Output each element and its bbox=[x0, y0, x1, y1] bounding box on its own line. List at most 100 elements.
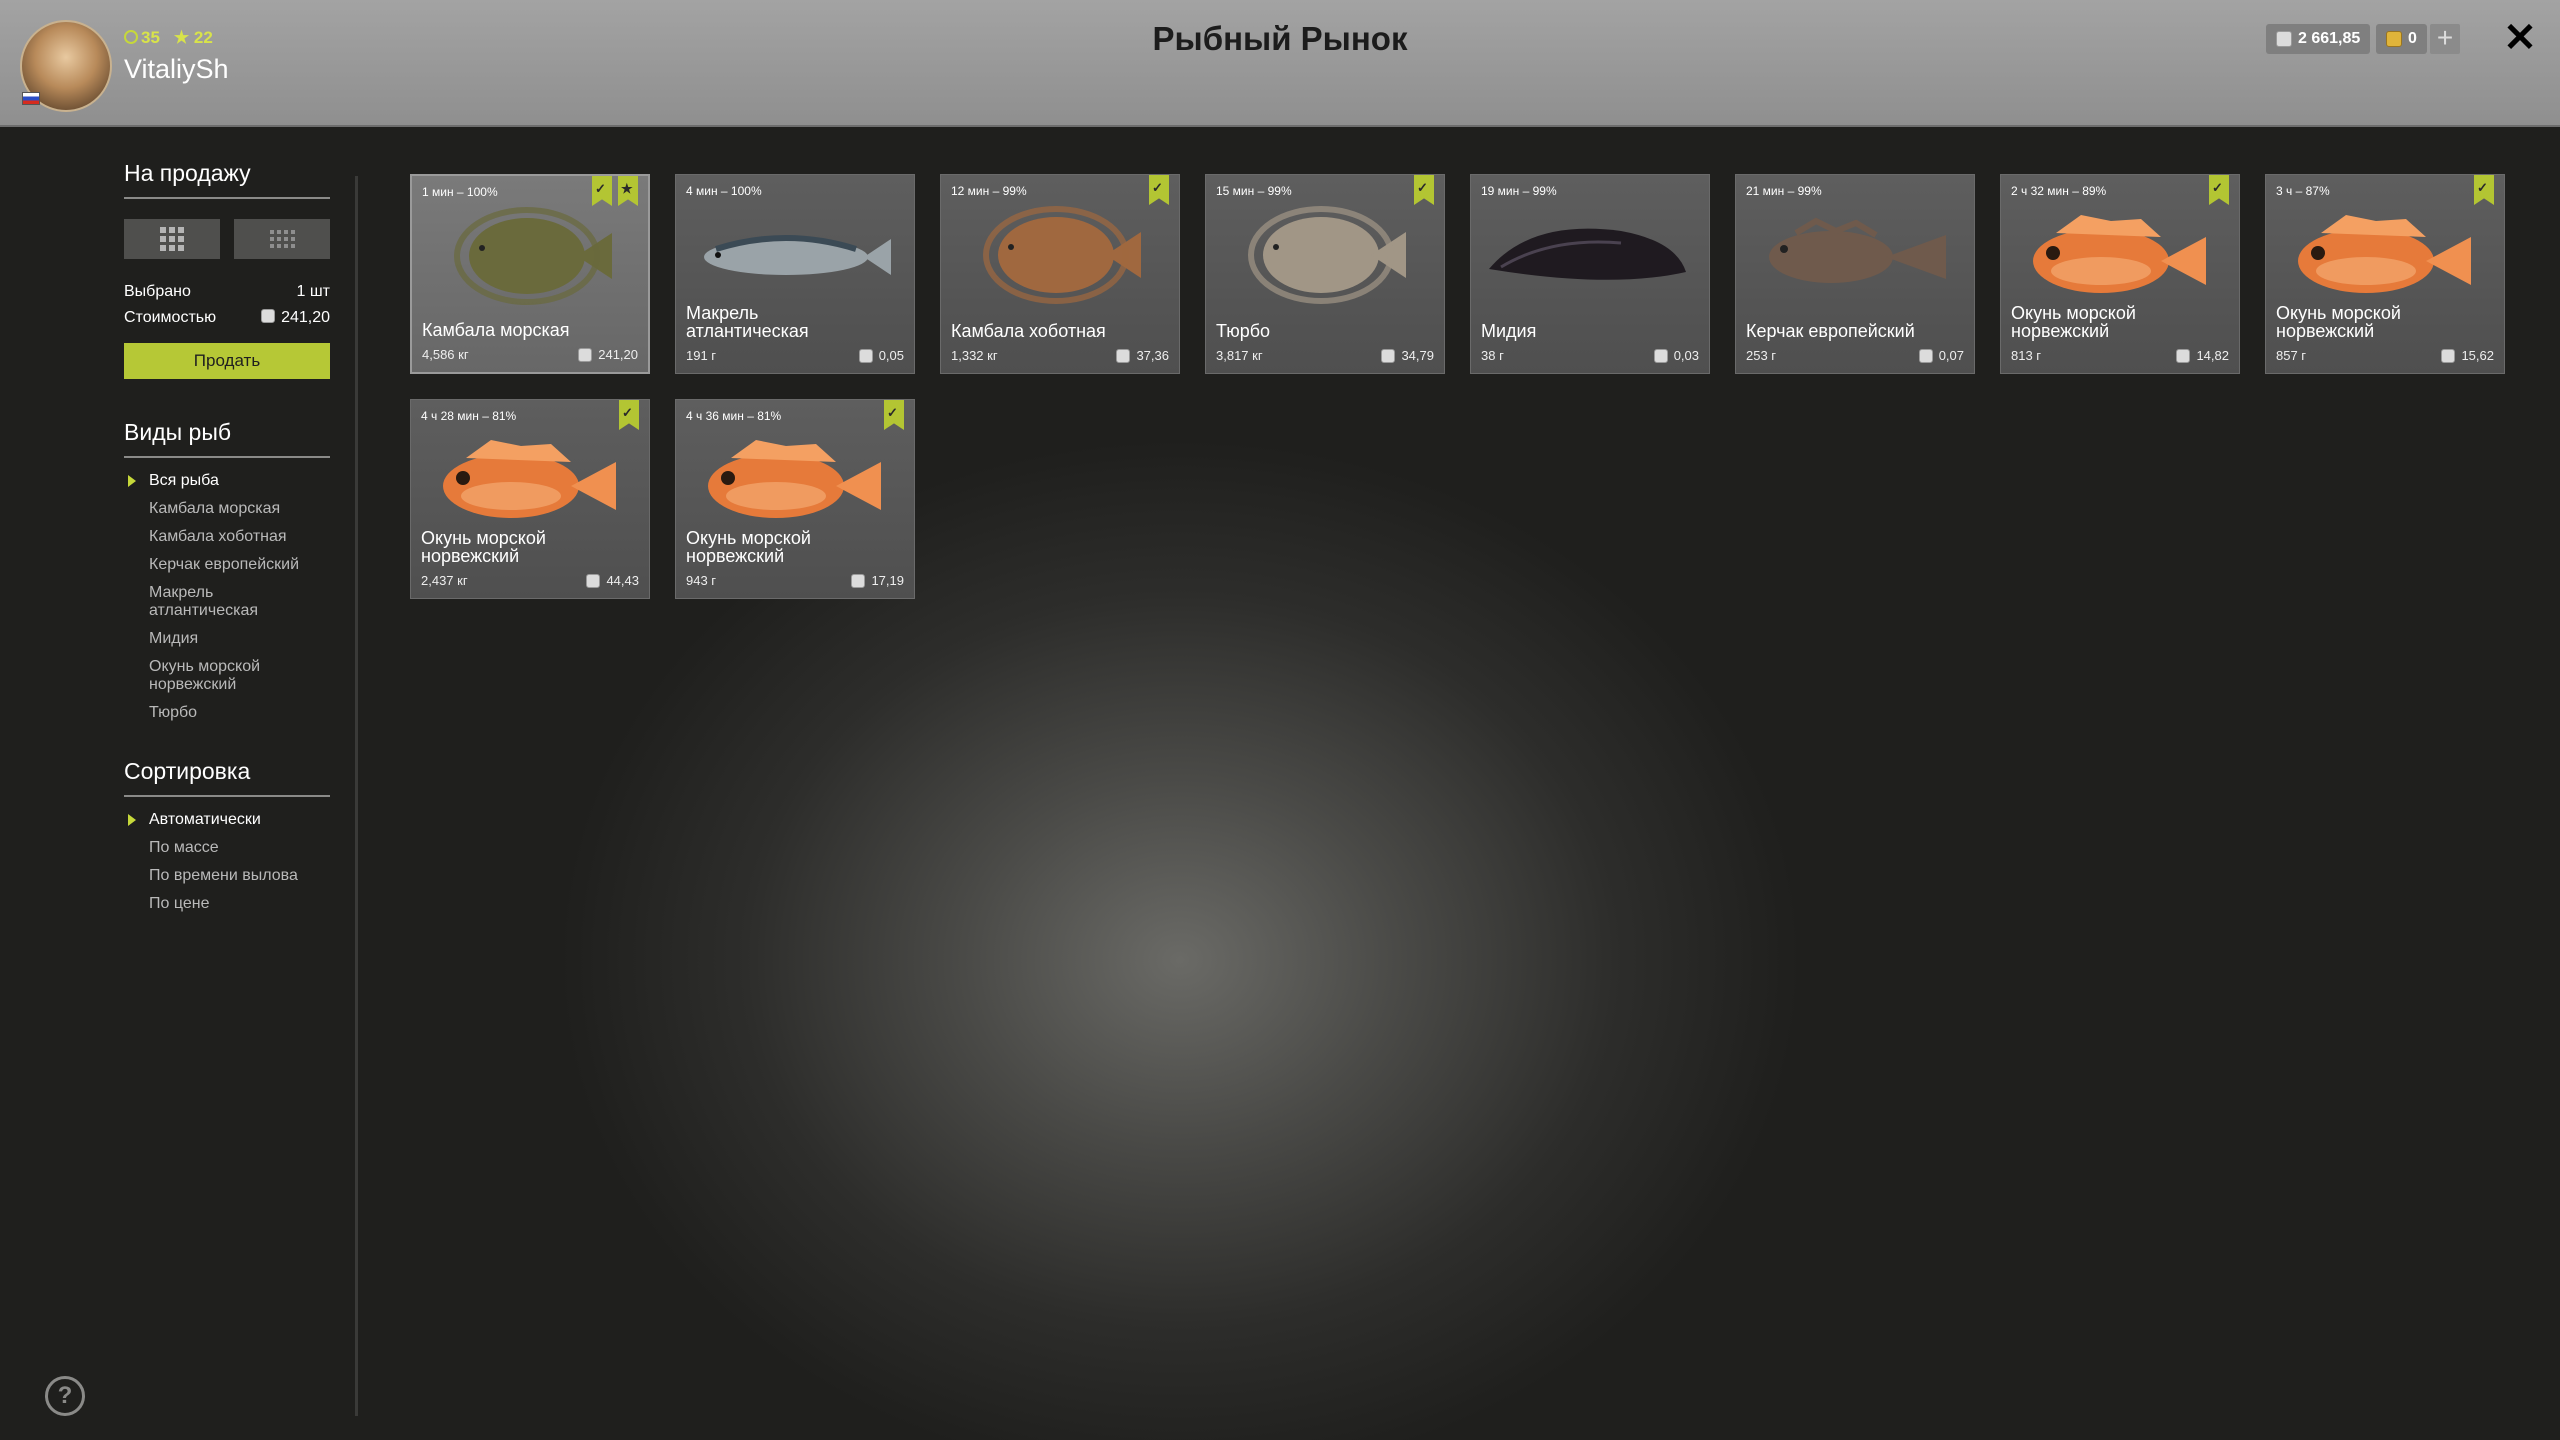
fish-name: Керчак европейский bbox=[1746, 321, 1915, 341]
add-currency-button[interactable]: + bbox=[2430, 24, 2460, 54]
catch-time: 19 мин – 99% bbox=[1481, 184, 1557, 198]
species-title: Виды рыб bbox=[124, 419, 330, 458]
fish-card[interactable]: 1 мин – 100% ✓ ★ Камбала морская 4,586 кг 241… bbox=[410, 174, 650, 374]
close-icon[interactable]: ✕ bbox=[2500, 18, 2540, 58]
small-grid-button[interactable] bbox=[234, 219, 330, 259]
fish-name: Окунь морской норвежский bbox=[2011, 303, 2136, 341]
selected-value: 1 шт bbox=[296, 283, 330, 300]
cost-value: 241,20 bbox=[281, 309, 330, 326]
cost-label: Стоимостью bbox=[124, 309, 217, 326]
silver-coin-icon bbox=[578, 347, 593, 362]
small-grid-icon bbox=[269, 230, 295, 248]
species-item[interactable]: Керчак европейский bbox=[124, 556, 330, 574]
silver-coin-icon bbox=[1653, 348, 1668, 363]
price-value: 15,62 bbox=[2461, 348, 2494, 363]
price-value: 44,43 bbox=[606, 573, 639, 588]
redfish-image bbox=[676, 422, 916, 532]
species-item[interactable]: Тюрбо bbox=[124, 704, 330, 722]
silver-value: 2 661,85 bbox=[2298, 30, 2361, 47]
cost-amount: 241,20 bbox=[261, 309, 330, 327]
fish-weight: 857 г bbox=[2276, 348, 2307, 363]
fish-price: 37,36 bbox=[1116, 348, 1169, 363]
fish-card[interactable]: 2 ч 32 мин – 89% ✓ Окунь морской норвежски… bbox=[2000, 174, 2240, 374]
catch-time: 4 ч 36 мин – 81% bbox=[686, 409, 782, 423]
catch-time: 1 мин – 100% bbox=[422, 185, 498, 199]
catch-time: 3 ч – 87% bbox=[2276, 184, 2330, 198]
species-item[interactable]: Вся рыба bbox=[124, 472, 330, 490]
fish-card[interactable]: 4 мин – 100% Макрель атлантическая 191 г 0,… bbox=[675, 174, 915, 374]
fish-weight: 2,437 кг bbox=[421, 573, 468, 588]
fish-name: Тюрбо bbox=[1216, 321, 1271, 341]
species-item[interactable]: Окунь морской норвежский bbox=[124, 658, 299, 694]
sidebar: На продажу Выбрано 1 шт Стоимостью 241,2… bbox=[124, 160, 330, 923]
redfish-image bbox=[2266, 197, 2506, 307]
price-value: 37,36 bbox=[1136, 348, 1169, 363]
fish-price: 241,20 bbox=[578, 347, 638, 362]
price-value: 14,82 bbox=[2196, 348, 2229, 363]
sort-item[interactable]: По массе bbox=[124, 839, 330, 857]
russia-flag-icon bbox=[22, 92, 40, 105]
fish-card-grid: 1 мин – 100% ✓ ★ Камбала морская 4,586 кг 241… bbox=[410, 174, 2505, 599]
redfish-image bbox=[2001, 197, 2241, 307]
for-sale-title: На продажу bbox=[124, 160, 330, 199]
fish-name: Камбала хоботная bbox=[951, 321, 1106, 341]
sort-item[interactable]: По цене bbox=[124, 895, 330, 913]
fish-name: Окунь морской норвежский bbox=[2276, 303, 2401, 341]
top-bar: 35 ★ 22 VitaliySh Рыбный Рынок 2 661,85 … bbox=[0, 0, 2560, 127]
fish-weight: 3,817 кг bbox=[1216, 348, 1263, 363]
sidebar-divider bbox=[355, 176, 358, 1416]
sort-title: Сортировка bbox=[124, 758, 330, 797]
mussel-image bbox=[1471, 197, 1711, 307]
species-item[interactable]: Камбала морская bbox=[124, 500, 330, 518]
fish-price: 0,07 bbox=[1918, 348, 1964, 363]
fish-name: Окунь морской норвежский bbox=[686, 528, 811, 566]
silver-coin-icon bbox=[2276, 31, 2292, 47]
fish-weight: 38 г bbox=[1481, 348, 1504, 363]
species-item[interactable]: Макрель атлантическая bbox=[124, 584, 299, 620]
fish-price: 15,62 bbox=[2441, 348, 2494, 363]
species-item[interactable]: Мидия bbox=[124, 630, 330, 648]
price-value: 34,79 bbox=[1401, 348, 1434, 363]
fish-price: 0,03 bbox=[1653, 348, 1699, 363]
price-value: 241,20 bbox=[598, 347, 638, 362]
fish-card[interactable]: 19 мин – 99% Мидия 38 г 0,03 bbox=[1470, 174, 1710, 374]
fish-card[interactable]: 12 мин – 99% ✓ Камбала хоботная 1,332 кг 37,… bbox=[940, 174, 1180, 374]
fish-card[interactable]: 4 ч 28 мин – 81% ✓ Окунь морской норвежски… bbox=[410, 399, 650, 599]
catch-time: 15 мин – 99% bbox=[1216, 184, 1292, 198]
silver-coin-icon bbox=[261, 309, 276, 323]
species-item[interactable]: Камбала хоботная bbox=[124, 528, 330, 546]
page-title: Рыбный Рынок bbox=[1152, 20, 1408, 57]
price-value: 0,05 bbox=[878, 348, 904, 363]
silver-coin-icon bbox=[2441, 348, 2456, 363]
price-value: 0,07 bbox=[1938, 348, 1964, 363]
fish-price: 44,43 bbox=[586, 573, 639, 588]
fish-weight: 253 г bbox=[1746, 348, 1777, 363]
sort-options-list: Автоматически По массе По времени вылова По… bbox=[124, 811, 330, 913]
sort-item[interactable]: По времени вылова bbox=[124, 867, 330, 885]
fish-name: Окунь морской норвежский bbox=[421, 528, 546, 566]
gold-value: 0 bbox=[2408, 30, 2417, 47]
fish-weight: 1,332 кг bbox=[951, 348, 998, 363]
fish-price: 0,05 bbox=[858, 348, 904, 363]
fish-weight: 4,586 кг bbox=[422, 347, 469, 362]
flounder-green-image bbox=[412, 198, 652, 308]
sell-button[interactable]: Продать bbox=[124, 343, 330, 379]
silver-coin-icon bbox=[2176, 348, 2191, 363]
fish-card[interactable]: 21 мин – 99% Керчак европейский 253 г 0,07 bbox=[1735, 174, 1975, 374]
fish-card[interactable]: 4 ч 36 мин – 81% ✓ Окунь морской норвежски… bbox=[675, 399, 915, 599]
sort-item[interactable]: Автоматически bbox=[124, 811, 330, 829]
fish-price: 17,19 bbox=[851, 573, 904, 588]
cost-row: Стоимостью 241,20 bbox=[124, 309, 330, 327]
mackerel-image bbox=[676, 197, 916, 307]
silver-coin-icon bbox=[1116, 348, 1131, 363]
catch-time: 4 ч 28 мин – 81% bbox=[421, 409, 517, 423]
help-icon[interactable]: ? bbox=[45, 1376, 85, 1416]
fish-weight: 943 г bbox=[686, 573, 717, 588]
catch-time: 2 ч 32 мин – 89% bbox=[2011, 184, 2107, 198]
large-grid-button[interactable] bbox=[124, 219, 220, 259]
fish-card[interactable]: 3 ч – 87% ✓ Окунь морской норвежский 857 г1… bbox=[2265, 174, 2505, 374]
fish-card[interactable]: 15 мин – 99% ✓ Тюрбо 3,817 кг 34,79 bbox=[1205, 174, 1445, 374]
catch-time: 12 мин – 99% bbox=[951, 184, 1027, 198]
fish-name: Макрель атлантическая bbox=[686, 303, 809, 341]
silver-coin-icon bbox=[851, 573, 866, 588]
